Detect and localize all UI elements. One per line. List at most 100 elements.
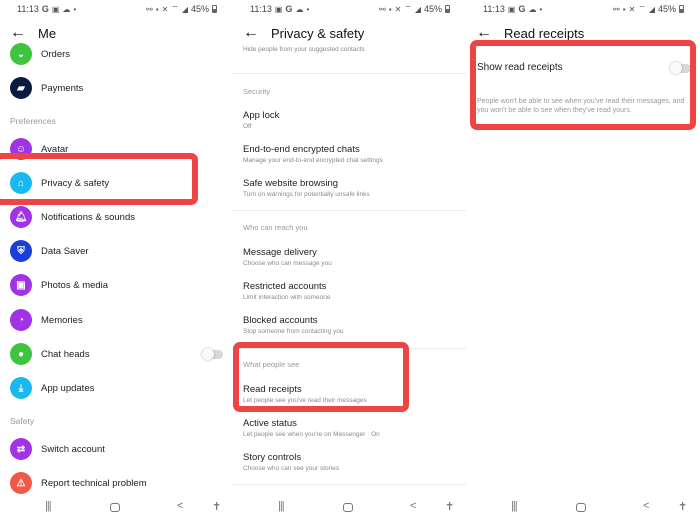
setting-active-status[interactable]: Active status Let people see when you're… xyxy=(243,418,458,438)
recent-apps-button[interactable]: ||| xyxy=(511,500,518,512)
setting-read-receipts[interactable]: Read receipts Let people see you've read… xyxy=(243,384,458,404)
divider xyxy=(233,73,466,74)
orders-icon: ⌄ xyxy=(10,43,32,65)
menu-item-report-problem[interactable]: ⚠ Report technical problem xyxy=(0,468,233,498)
switch-account-icon: ⇄ xyxy=(10,438,32,460)
menu-item-photos-media[interactable]: ▣ Photos & media xyxy=(0,270,233,300)
menu-item-app-updates[interactable]: ⤓ App updates xyxy=(0,373,233,403)
page-title: Privacy & safety xyxy=(271,25,365,41)
setting-safe-browsing[interactable]: Safe website browsing Turn on warnings f… xyxy=(243,178,458,198)
clock: 11:13 xyxy=(250,4,272,14)
read-receipts-screen: 11:13 ▣ G ☁ • ⚯ ▪ ✕ ⌔ ◢ 45% ← Read recei… xyxy=(466,0,700,519)
cloud-icon: ☁ xyxy=(295,4,304,14)
divider xyxy=(233,348,466,349)
privacy-home-icon: ⌂ xyxy=(10,172,32,194)
setting-title: Message delivery xyxy=(243,247,317,258)
gallery-icon: ▣ xyxy=(274,4,283,14)
menu-item-notifications[interactable]: 🔔︎ Notifications & sounds xyxy=(0,202,233,232)
dot-icon: • xyxy=(306,4,310,14)
status-bar: 11:13 ▣ G ☁ • ⚯ ▪ ✕ ⌔ ◢ 45% xyxy=(466,0,700,20)
wifi-icon: ⌔ xyxy=(171,4,179,13)
gallery-icon: ▣ xyxy=(507,4,516,14)
wifi-icon: ⌔ xyxy=(404,4,412,13)
setting-title: Read receipts xyxy=(243,384,302,395)
menu-item-label: Report technical problem xyxy=(41,477,147,489)
accessibility-icon[interactable]: ✝ xyxy=(678,500,687,513)
chat-heads-icon: ● xyxy=(10,343,32,365)
battery-percent: 45% xyxy=(423,4,442,14)
status-bar: 11:13 ▣ G ☁ • ⚯ ▪ ✕ ⌔ ◢ 45% xyxy=(233,0,466,20)
menu-item-data-saver[interactable]: ⛨ Data Saver xyxy=(0,236,233,266)
warning-icon: ⚠ xyxy=(10,472,32,494)
menu-item-avatar[interactable]: ☺ Avatar xyxy=(0,134,233,164)
setting-subtitle: Manage your end-to-end encrypted chat se… xyxy=(243,157,383,164)
system-back-button[interactable]: < xyxy=(643,500,649,512)
me-screen: 11:13 G ▣ ☁ • ⚯ ▪ ✕ ⌔ ◢ 45% ← Me ⌄ Order… xyxy=(0,0,233,519)
home-button[interactable] xyxy=(343,503,353,512)
back-arrow-icon[interactable]: ← xyxy=(243,25,261,41)
payments-icon: ▰ xyxy=(10,77,32,99)
setting-subtitle: Stop someone from contacting you xyxy=(243,328,344,335)
setting-app-lock[interactable]: App lock Off xyxy=(243,110,458,130)
menu-item-memories[interactable]: ◔ Memories xyxy=(0,305,233,335)
avatar-icon: ☺ xyxy=(10,138,32,160)
google-icon: G xyxy=(41,4,49,14)
recent-apps-button[interactable]: ||| xyxy=(278,500,285,512)
google-icon: G xyxy=(285,4,293,14)
menu-item-chat-heads[interactable]: ● Chat heads xyxy=(0,339,233,369)
signal-icon: ◢ xyxy=(414,4,421,14)
link-icon: ⚯ xyxy=(613,4,620,14)
photo-icon: ▣ xyxy=(10,274,32,296)
chat-heads-toggle[interactable] xyxy=(202,348,223,360)
mute-icon: ✕ xyxy=(394,4,402,14)
menu-item-orders[interactable]: ⌄ Orders xyxy=(0,39,233,69)
system-back-button[interactable]: < xyxy=(410,500,416,512)
back-arrow-icon[interactable]: ← xyxy=(476,25,494,41)
section-header-what-people-see: What people see xyxy=(243,360,300,369)
app-bar: ← Read receipts xyxy=(466,20,700,46)
show-read-receipts-toggle[interactable] xyxy=(670,62,691,74)
menu-item-switch-account[interactable]: ⇄ Switch account xyxy=(0,434,233,464)
link-icon: ⚯ xyxy=(146,4,153,14)
menu-item-label: Photos & media xyxy=(41,279,109,291)
read-receipts-description: People won't be able to see when you've … xyxy=(477,98,685,115)
recent-apps-button[interactable]: ||| xyxy=(45,500,52,512)
menu-item-label: Notifications & sounds xyxy=(41,211,135,223)
setting-subtitle: Choose who can message you xyxy=(243,260,332,267)
cloud-icon: ☁ xyxy=(528,4,537,14)
menu-item-label: Privacy & safety xyxy=(41,177,110,189)
setting-title: Active status xyxy=(243,418,297,429)
setting-blocked-accounts[interactable]: Blocked accounts Stop someone from conta… xyxy=(243,315,458,335)
home-button[interactable] xyxy=(576,503,586,512)
battery-icon xyxy=(679,5,684,13)
setting-story-controls[interactable]: Story controls Choose who can see your s… xyxy=(243,452,458,472)
accessibility-icon[interactable]: ✝ xyxy=(212,500,221,513)
menu-item-label: App updates xyxy=(41,382,95,394)
home-button[interactable] xyxy=(110,503,120,512)
menu-item-label: Memories xyxy=(41,314,83,326)
menu-item-payments[interactable]: ▰ Payments xyxy=(0,73,233,103)
battery-icon xyxy=(212,5,217,13)
gallery-icon: ▣ xyxy=(51,4,60,14)
clock: 11:13 xyxy=(483,4,505,14)
cloud-icon: ☁ xyxy=(62,4,71,14)
bell-icon: 🔔︎ xyxy=(10,206,32,228)
menu-item-privacy-safety[interactable]: ⌂ Privacy & safety xyxy=(0,168,233,198)
setting-subtitle: Limit interaction with someone xyxy=(243,294,331,301)
setting-title: App lock xyxy=(243,110,280,121)
show-read-receipts-label: Show read receipts xyxy=(477,62,563,73)
page-title: Read receipts xyxy=(504,25,585,41)
shield-icon: ⛨ xyxy=(10,240,32,262)
setting-e2e-chats[interactable]: End-to-end encrypted chats Manage your e… xyxy=(243,144,458,164)
system-nav-bar: ||| < ✝ xyxy=(466,495,700,519)
section-header-safety: Safety xyxy=(10,416,35,426)
battery-saver-icon: ▪ xyxy=(155,4,159,14)
setting-message-delivery[interactable]: Message delivery Choose who can message … xyxy=(243,247,458,267)
system-back-button[interactable]: < xyxy=(177,500,183,512)
system-nav-bar: ||| < ✝ xyxy=(0,495,233,519)
link-icon: ⚯ xyxy=(379,4,386,14)
setting-subtitle: Hide people from your suggested contacts xyxy=(243,46,365,53)
accessibility-icon[interactable]: ✝ xyxy=(445,500,454,513)
setting-restricted-accounts[interactable]: Restricted accounts Limit interaction wi… xyxy=(243,281,458,301)
menu-item-label: Chat heads xyxy=(41,348,90,360)
